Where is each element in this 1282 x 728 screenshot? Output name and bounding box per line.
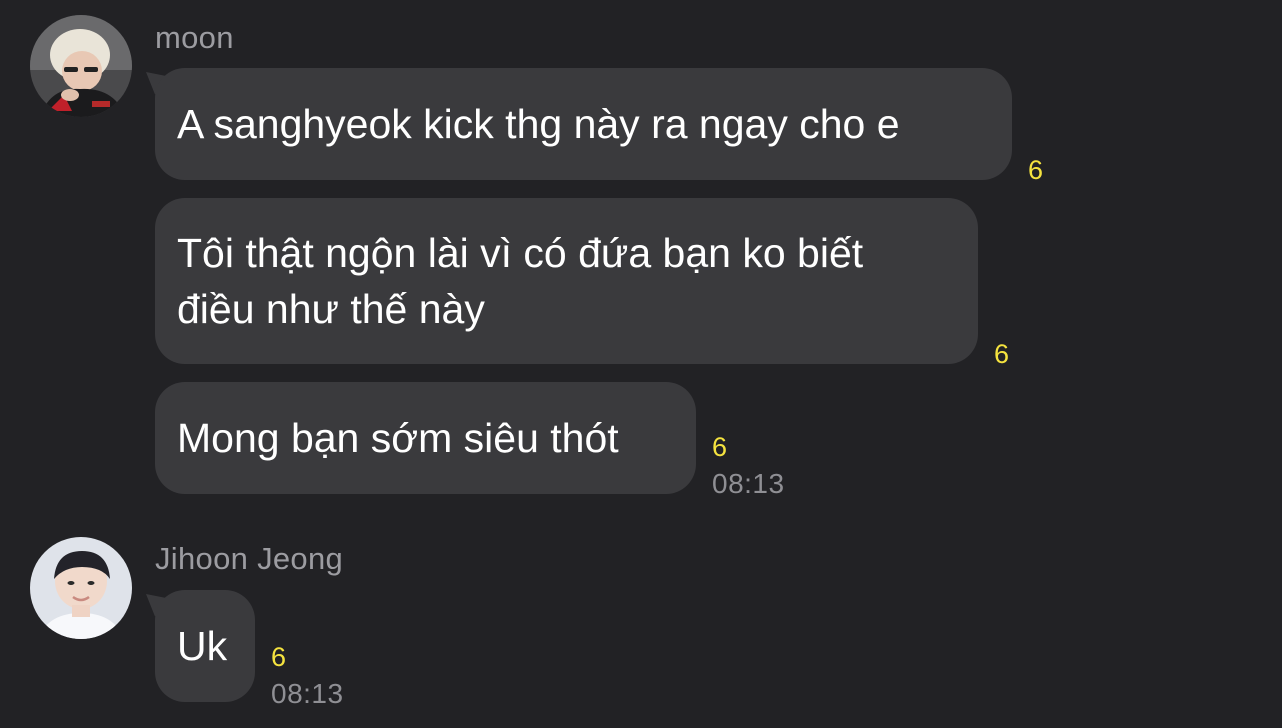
message-timestamp: 08:13 [271, 678, 344, 709]
message-bubble[interactable]: Mong bạn sớm siêu thót [155, 382, 696, 494]
unread-count: 6 [271, 642, 287, 672]
unread-count: 6 [712, 432, 728, 462]
sender-name: Jihoon Jeong [155, 541, 344, 576]
unread-count: 6 [1028, 155, 1044, 185]
message-timestamp: 08:13 [712, 468, 785, 499]
message-text: A sanghyeok kick thg này ra ngay cho e [177, 101, 900, 147]
message-bubble[interactable]: Uk [155, 590, 255, 702]
sender-name: moon [155, 20, 234, 55]
profile-photo-icon [30, 537, 132, 639]
message-bubble[interactable]: A sanghyeok kick thg này ra ngay cho e [155, 68, 1012, 180]
avatar-jihoon-jeong[interactable] [30, 537, 132, 639]
message-text: Uk [177, 623, 228, 669]
message-text: Tôi thật ngộn lài vì có đứa bạn ko biết … [177, 230, 864, 332]
message-bubble[interactable]: Tôi thật ngộn lài vì có đứa bạn ko biết … [155, 198, 978, 364]
message-text: Mong bạn sớm siêu thót [177, 415, 619, 461]
avatar-moon[interactable] [30, 15, 132, 117]
unread-count: 6 [994, 339, 1010, 369]
chat-conversation: moon A sanghyeok kick thg này ra ngay ch… [0, 0, 1282, 728]
profile-photo-icon [30, 15, 132, 117]
